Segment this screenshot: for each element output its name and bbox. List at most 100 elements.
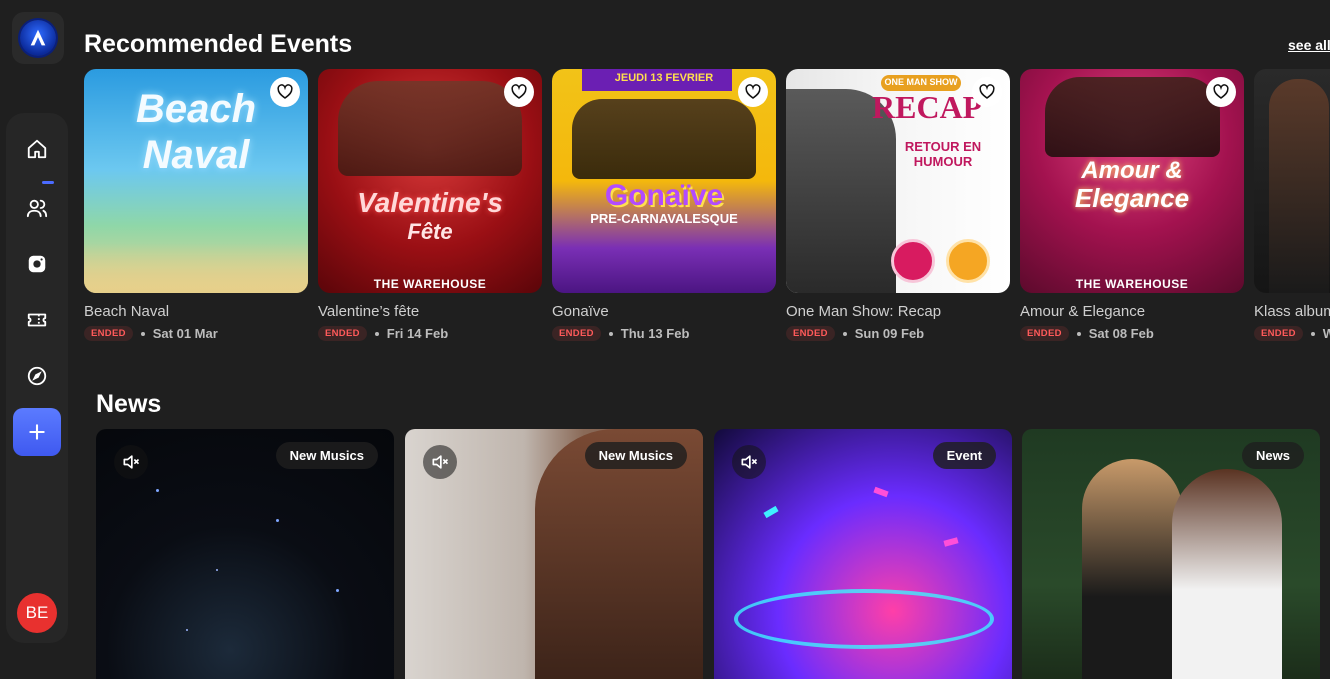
app-root: BE Recommended Events see all Beach Nava… (0, 0, 1330, 679)
separator-dot (140, 331, 145, 336)
news-card[interactable]: Event (714, 429, 1012, 679)
muted-speaker-icon (432, 455, 449, 469)
status-badge: ENDED (1254, 326, 1303, 341)
event-card[interactable]: Beach Naval Beach Naval ENDED Sat 01 Mar (84, 69, 308, 341)
poster-headline: RECAP (872, 89, 983, 125)
event-poster (1254, 69, 1330, 293)
status-badge: ENDED (786, 326, 835, 341)
user-avatar[interactable]: BE (17, 593, 57, 633)
poster-headline: Valentine's (357, 187, 503, 218)
event-card[interactable]: Amour & Elegance THE WAREHOUSE Amour & E… (1020, 69, 1244, 341)
news-category-tag: New Musics (584, 442, 687, 469)
event-poster: Amour & Elegance THE WAREHOUSE (1020, 69, 1244, 293)
star-dot (336, 589, 339, 592)
event-meta: ENDED Sat 01 Mar (84, 326, 308, 341)
favorite-button[interactable] (1206, 77, 1236, 107)
event-card[interactable]: ONE MAN SHOW RECAP RETOUR EN HUMOUR One … (786, 69, 1010, 341)
price-standard (891, 239, 935, 283)
news-thumbnail-light (734, 589, 994, 649)
event-title: Beach Naval (84, 303, 170, 320)
event-card[interactable]: Valentine's Fête THE WAREHOUSE Valentine… (318, 69, 542, 341)
event-poster: Beach Naval (84, 69, 308, 293)
event-poster: ONE MAN SHOW RECAP RETOUR EN HUMOUR (786, 69, 1010, 293)
event-meta: ENDED Sun 09 Feb (786, 326, 1010, 341)
heart-icon (745, 84, 761, 99)
separator-dot (374, 331, 379, 336)
confetti (763, 505, 779, 519)
poster-subheadline: RETOUR EN HUMOUR (904, 139, 982, 169)
star-dot (186, 629, 188, 631)
news-category-tag: News (1242, 442, 1304, 469)
muted-speaker-icon (741, 455, 758, 469)
separator-dot (842, 331, 847, 336)
news-category-tag: New Musics (275, 442, 378, 469)
news-card[interactable]: News (1022, 429, 1320, 679)
event-title: Valentine’s fête (318, 303, 420, 320)
nav-camera[interactable] (17, 244, 57, 284)
news-thumbnail-person (1172, 469, 1282, 679)
event-meta: ENDED W (1254, 326, 1330, 341)
poster-headline: Naval (142, 133, 250, 177)
app-logo[interactable] (12, 12, 64, 64)
nav-home[interactable] (17, 129, 57, 184)
mute-button[interactable] (114, 445, 148, 479)
event-date: Sat 01 Mar (152, 326, 218, 341)
status-badge: ENDED (1020, 326, 1069, 341)
event-date: W (1322, 326, 1330, 341)
separator-dot (1076, 331, 1081, 336)
event-date: Sun 09 Feb (854, 326, 925, 341)
nav-explore[interactable] (17, 356, 57, 396)
poster-venue: THE WAREHOUSE (373, 277, 487, 291)
event-title: One Man Show: Recap (786, 303, 942, 320)
see-all-link[interactable]: see all (1288, 37, 1330, 53)
recommended-title: Recommended Events (84, 30, 353, 58)
poster-artists (1045, 77, 1220, 157)
event-card[interactable]: Klass album ENDED W (1254, 69, 1330, 341)
mute-button[interactable] (732, 445, 766, 479)
nav-tickets[interactable] (17, 300, 57, 340)
confetti (943, 537, 959, 547)
camera-icon (28, 255, 46, 273)
event-card[interactable]: JEUDI 13 FEVRIER Gonaïve PRE-CARNAVALESQ… (552, 69, 776, 341)
compass-icon (27, 366, 47, 386)
poster-artists (338, 81, 522, 176)
heart-icon (979, 84, 995, 99)
poster-artists (572, 99, 756, 179)
news-category-tag: Event (932, 442, 996, 469)
news-card[interactable]: New Musics (405, 429, 703, 679)
poster-headline: Elegance (1074, 183, 1190, 213)
home-icon (27, 139, 47, 159)
event-poster: Valentine's Fête THE WAREHOUSE (318, 69, 542, 293)
poster-venue: THE WAREHOUSE (1075, 277, 1189, 291)
poster-headline: Amour & (1081, 157, 1183, 184)
nav-users[interactable] (17, 188, 57, 228)
event-meta: ENDED Sat 08 Feb (1020, 326, 1244, 341)
sidebar: BE (6, 113, 68, 643)
active-indicator (42, 181, 54, 184)
ticket-icon (27, 313, 47, 327)
status-badge: ENDED (84, 326, 133, 341)
favorite-button[interactable] (738, 77, 768, 107)
app-logo-icon (20, 20, 56, 56)
poster-sand (84, 243, 308, 293)
event-title: Gonaïve (552, 303, 609, 320)
separator-dot (608, 331, 613, 336)
poster-subheadline: PRE-CARNAVALESQUE (590, 211, 738, 226)
price-vip (946, 239, 990, 283)
event-date: Thu 13 Feb (620, 326, 690, 341)
favorite-button[interactable] (972, 77, 1002, 107)
event-date: Sat 08 Feb (1088, 326, 1154, 341)
star-dot (276, 519, 279, 522)
event-title: Klass album (1254, 303, 1330, 320)
mute-button[interactable] (423, 445, 457, 479)
poster-performer (1269, 79, 1329, 293)
poster-headline: Gonaïve (604, 179, 724, 212)
heart-icon (1213, 84, 1229, 99)
event-meta: ENDED Thu 13 Feb (552, 326, 776, 341)
news-card[interactable]: New Musics (96, 429, 394, 679)
favorite-button[interactable] (504, 77, 534, 107)
favorite-button[interactable] (270, 77, 300, 107)
create-button[interactable] (13, 408, 61, 456)
event-meta: ENDED Fri 14 Feb (318, 326, 542, 341)
heart-icon (511, 84, 527, 99)
